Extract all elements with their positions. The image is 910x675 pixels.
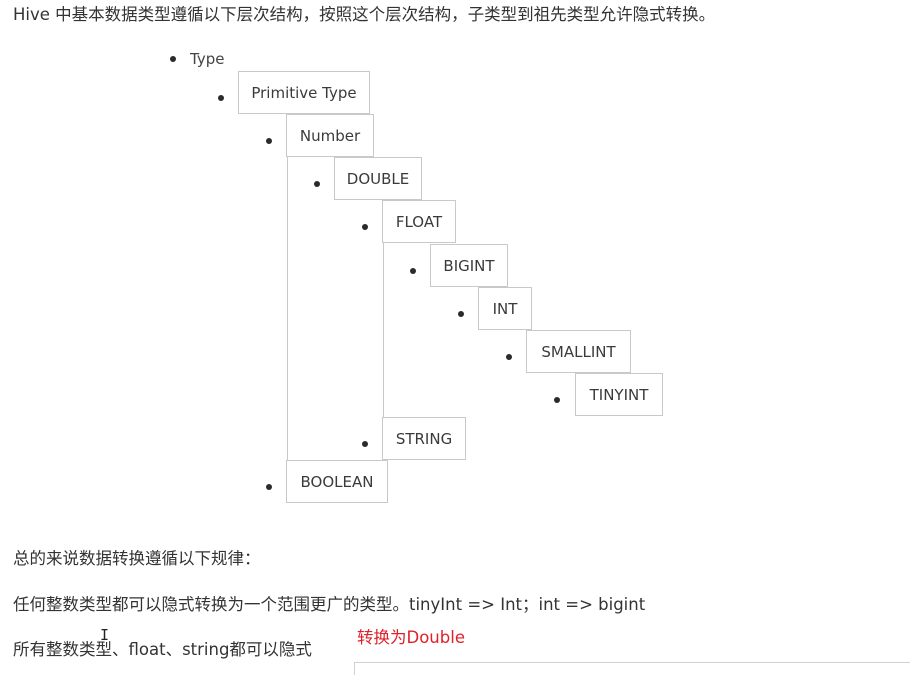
partial-box-edge	[354, 662, 910, 675]
float-box: FLOAT	[382, 200, 456, 243]
bullet	[362, 441, 368, 447]
bullet	[410, 268, 416, 274]
rule-integer-widening: 任何整数类型都可以隐式转换为一个范围更广的类型。tinyInt => Int；i…	[13, 595, 646, 614]
type-root-label: Type	[190, 50, 225, 68]
bullet	[170, 56, 176, 62]
bullet	[314, 181, 320, 187]
intro-text: Hive 中基本数据类型遵循以下层次结构，按照这个层次结构，子类型到祖先类型允许…	[13, 5, 716, 24]
int-box: INT	[478, 287, 532, 330]
smallint-box: SMALLINT	[526, 330, 631, 373]
bullet	[218, 95, 224, 101]
boolean-box: BOOLEAN	[286, 460, 388, 503]
double-box: DOUBLE	[334, 157, 422, 200]
bullet	[362, 224, 368, 230]
number-connector-line	[287, 157, 288, 462]
text-cursor-icon: I	[100, 626, 110, 644]
tinyint-box: TINYINT	[575, 373, 663, 416]
bigint-box: BIGINT	[430, 244, 508, 287]
rule-double-conversion: 所有整数类型、float、string都可以隐式	[13, 640, 312, 659]
rules-heading: 总的来说数据转换遵循以下规律：	[13, 549, 261, 568]
bullet	[266, 484, 272, 490]
double-conversion-note: 转换为Double	[357, 627, 465, 649]
float-connector-line	[383, 243, 384, 418]
number-box: Number	[286, 114, 374, 157]
bullet	[266, 138, 272, 144]
primitive-type-box: Primitive Type	[238, 71, 370, 114]
bullet	[554, 397, 560, 403]
bullet	[458, 311, 464, 317]
string-box: STRING	[382, 417, 466, 460]
bullet	[506, 354, 512, 360]
